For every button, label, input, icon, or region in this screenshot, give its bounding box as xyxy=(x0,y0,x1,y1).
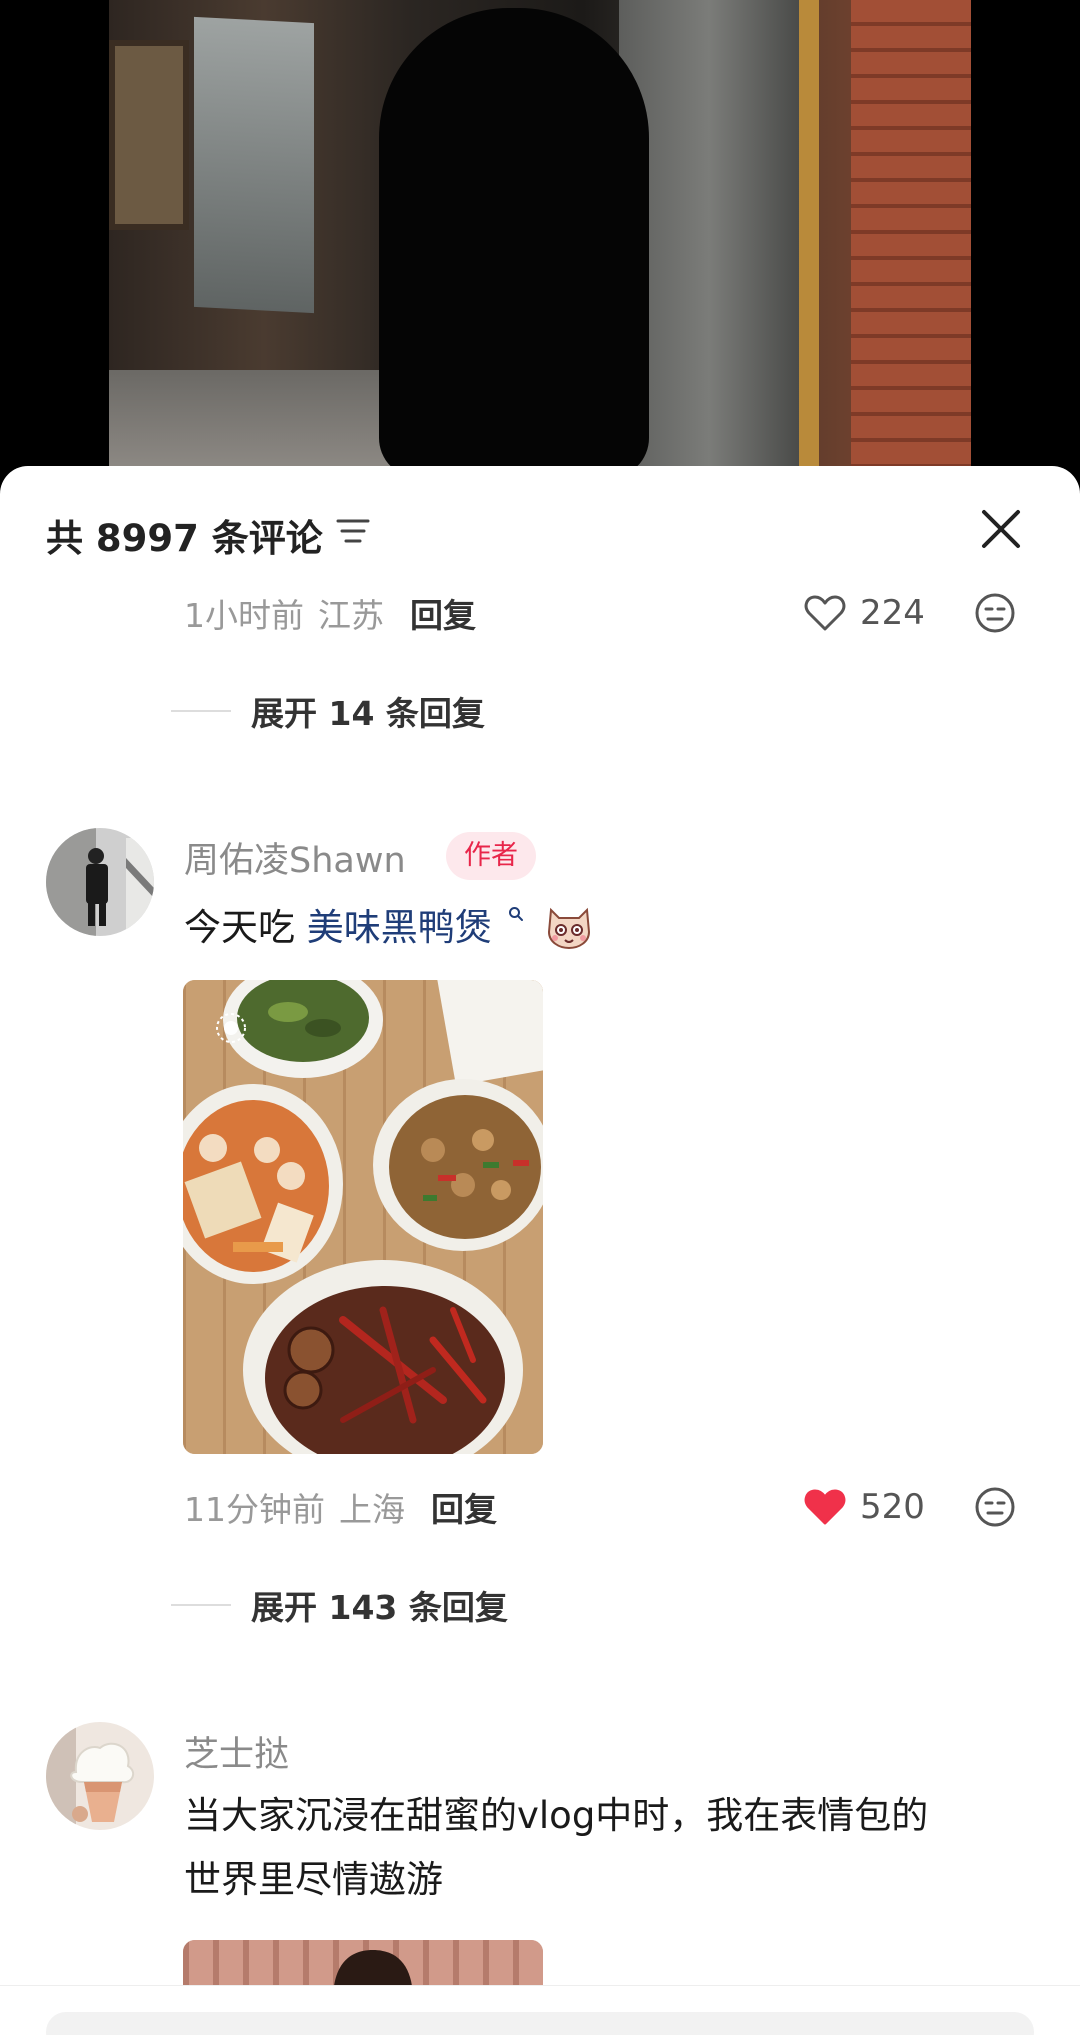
comment-meta: 1小时前 江苏 回复 xyxy=(184,588,476,638)
like-count: 224 xyxy=(860,593,925,633)
video-frame[interactable] xyxy=(109,0,971,470)
comment-count-title: 共 8997 条评论 xyxy=(46,517,323,560)
comment-input-bar xyxy=(0,1985,1080,2035)
video-scene-window xyxy=(109,40,189,230)
video-scene-sign xyxy=(194,16,314,314)
author-badge: 作者 xyxy=(446,832,536,880)
expand-divider xyxy=(171,1604,231,1606)
like-button[interactable]: 224 xyxy=(804,588,925,638)
comment-text: 当大家沉浸在甜蜜的vlog中时，我在表情包的 世界里尽情遨游 xyxy=(184,1784,928,1912)
search-icon[interactable] xyxy=(508,906,524,922)
avatar[interactable] xyxy=(46,828,154,936)
expand-divider xyxy=(171,710,231,712)
comment-time: 11分钟前 xyxy=(184,1490,325,1529)
avatar[interactable] xyxy=(46,1722,154,1830)
comment-input[interactable] xyxy=(46,2012,1034,2035)
expand-replies-button[interactable]: 展开 143 条回复 xyxy=(171,1580,508,1630)
heart-outline-icon xyxy=(804,595,846,631)
comment-location: 上海 xyxy=(339,1490,405,1529)
close-icon[interactable] xyxy=(978,506,1024,552)
username[interactable]: 芝士挞 xyxy=(184,1726,289,1777)
expand-replies-label: 展开 143 条回复 xyxy=(251,1588,508,1627)
video-scene-doorframe xyxy=(799,0,819,470)
username[interactable]: 周佑凌Shawn xyxy=(184,832,406,883)
expand-replies-label: 展开 14 条回复 xyxy=(251,694,485,733)
comment-text-line: 世界里尽情遨游 xyxy=(184,1858,443,1901)
search-link[interactable]: 美味黑鸭煲 xyxy=(307,906,492,949)
comment-text-line: 当大家沉浸在甜蜜的vlog中时，我在表情包的 xyxy=(184,1794,929,1837)
comment-text-prefix: 今天吃 xyxy=(184,906,307,949)
video-player[interactable] xyxy=(0,0,1080,470)
reply-button[interactable]: 回复 xyxy=(431,1483,497,1531)
video-scene-person xyxy=(379,8,649,470)
like-button[interactable]: 520 xyxy=(804,1482,925,1532)
cat-emoji-icon xyxy=(548,907,591,950)
comment-location: 江苏 xyxy=(318,596,384,635)
emoji-reaction-icon[interactable] xyxy=(974,1486,1016,1528)
video-scene-brick-wall xyxy=(851,0,971,470)
comment-time: 1小时前 xyxy=(184,596,304,635)
emoji-reaction-icon[interactable] xyxy=(974,592,1016,634)
expand-replies-button[interactable]: 展开 14 条回复 xyxy=(171,686,485,736)
reply-button[interactable]: 回复 xyxy=(410,589,476,637)
sort-icon[interactable] xyxy=(336,516,370,546)
like-count: 520 xyxy=(860,1487,925,1527)
comments-sheet: 共 8997 条评论 1小时前 江苏 回复 224 展开 14 条回复 周佑凌S… xyxy=(0,466,1080,2035)
comment-photo[interactable] xyxy=(183,980,543,1454)
comments-header: 共 8997 条评论 xyxy=(0,466,1080,596)
comment-meta: 11分钟前 上海 回复 xyxy=(184,1482,497,1532)
heart-filled-icon xyxy=(804,1489,846,1525)
comment-text: 今天吃 美味黑鸭煲 xyxy=(184,896,593,960)
